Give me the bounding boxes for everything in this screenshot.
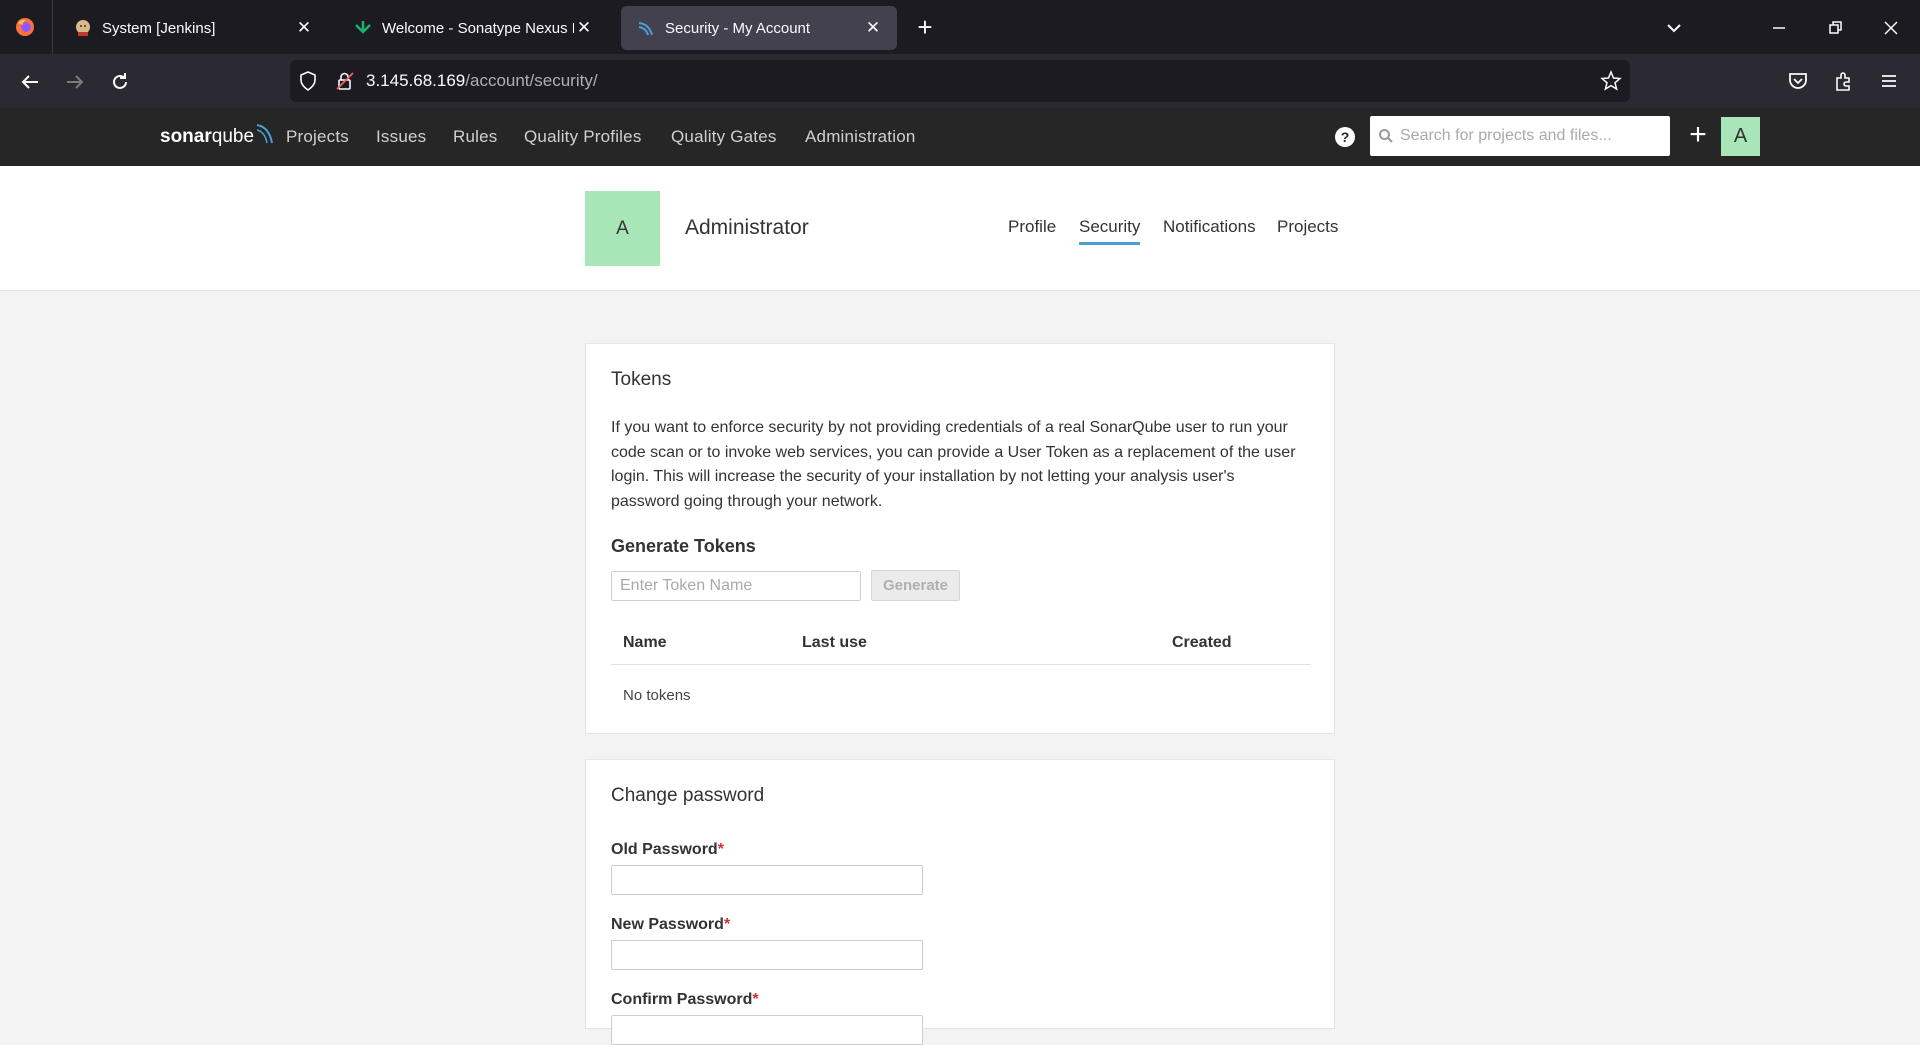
bookmark-star-icon[interactable] bbox=[1600, 70, 1622, 92]
nav-rules[interactable]: Rules bbox=[453, 127, 497, 147]
nav-quality-gates[interactable]: Quality Gates bbox=[671, 127, 777, 147]
close-icon[interactable]: ✕ bbox=[294, 18, 314, 38]
tab-title: System [Jenkins] bbox=[102, 19, 216, 37]
forward-icon[interactable] bbox=[59, 66, 91, 98]
nav-quality-profiles[interactable]: Quality Profiles bbox=[524, 127, 642, 147]
reload-icon[interactable] bbox=[104, 66, 136, 98]
change-password-title: Change password bbox=[611, 785, 765, 806]
label-text: Old Password bbox=[611, 841, 718, 858]
extensions-icon[interactable] bbox=[1833, 70, 1857, 94]
help-icon[interactable]: ? bbox=[1335, 127, 1355, 147]
tab-nexus[interactable]: Welcome - Sonatype Nexus Repository Mana… bbox=[338, 6, 608, 50]
url-bar[interactable]: 3.145.68.169/account/security/ bbox=[290, 60, 1630, 102]
minimize-icon[interactable] bbox=[1767, 16, 1791, 40]
global-search[interactable] bbox=[1370, 116, 1670, 156]
close-icon[interactable]: ✕ bbox=[574, 18, 594, 38]
url-host: 3.145.68.169 bbox=[366, 71, 466, 90]
tokens-title: Tokens bbox=[611, 369, 672, 390]
logo-text-bold: sonar bbox=[160, 126, 212, 147]
nav-issues[interactable]: Issues bbox=[376, 127, 426, 147]
tab-title: Welcome - Sonatype Nexus Repository Mana… bbox=[382, 19, 574, 37]
back-icon[interactable] bbox=[14, 66, 46, 98]
sonar-waves-icon bbox=[256, 124, 274, 144]
logo-text-light: qube bbox=[211, 126, 255, 147]
new-password-label: New Password* bbox=[611, 916, 730, 934]
generate-tokens-title: Generate Tokens bbox=[611, 536, 756, 556]
tab-notifications[interactable]: Notifications bbox=[1163, 217, 1256, 237]
required-mark: * bbox=[752, 991, 759, 1008]
generate-button[interactable]: Generate bbox=[871, 570, 960, 601]
no-tokens-message: No tokens bbox=[623, 687, 691, 704]
column-header-created: Created bbox=[1172, 634, 1232, 651]
tab-sonarqube-security[interactable]: Security - My Account ✕ bbox=[621, 6, 897, 50]
nexus-icon bbox=[354, 19, 372, 37]
new-password-input[interactable] bbox=[611, 940, 923, 970]
search-input[interactable] bbox=[1400, 127, 1650, 145]
user-avatar[interactable]: A bbox=[1721, 117, 1760, 156]
list-tabs-icon[interactable] bbox=[1662, 16, 1686, 40]
column-header-last-use: Last use bbox=[802, 634, 867, 651]
tab-security[interactable]: Security bbox=[1079, 217, 1141, 245]
column-header-name: Name bbox=[623, 634, 667, 651]
close-window-icon[interactable] bbox=[1879, 16, 1903, 40]
tab-projects[interactable]: Projects bbox=[1277, 217, 1338, 237]
tab-title: Security - My Account bbox=[665, 19, 811, 37]
insecure-lock-icon[interactable] bbox=[334, 70, 356, 92]
tokens-description: If you want to enforce security by not p… bbox=[611, 419, 1296, 510]
pocket-icon[interactable] bbox=[1787, 70, 1811, 94]
restore-icon[interactable] bbox=[1823, 16, 1847, 40]
account-avatar: A bbox=[585, 191, 660, 266]
tokens-card: Tokens If you want to enforce security b… bbox=[585, 343, 1335, 734]
jenkins-icon bbox=[74, 19, 92, 37]
required-mark: * bbox=[717, 841, 724, 858]
close-icon[interactable]: ✕ bbox=[863, 18, 883, 38]
table-divider bbox=[611, 664, 1311, 665]
create-plus-icon[interactable]: + bbox=[1683, 118, 1713, 151]
tab-profile[interactable]: Profile bbox=[1008, 217, 1056, 237]
browser-tab-bar: System [Jenkins] ✕ Welcome - Sonatype Ne… bbox=[0, 0, 1920, 54]
label-text: Confirm Password bbox=[611, 991, 753, 1008]
tracking-shield-icon[interactable] bbox=[297, 70, 319, 92]
url-path: /account/security/ bbox=[465, 71, 598, 90]
sonarqube-logo[interactable]: sonar qube bbox=[160, 122, 275, 152]
tab-jenkins[interactable]: System [Jenkins] ✕ bbox=[58, 6, 328, 50]
confirm-password-label: Confirm Password* bbox=[611, 991, 759, 1009]
nav-projects[interactable]: Projects bbox=[286, 127, 349, 147]
new-tab-icon[interactable]: + bbox=[912, 14, 938, 40]
firefox-menu-icon[interactable] bbox=[15, 17, 35, 37]
required-mark: * bbox=[723, 916, 731, 933]
old-password-input[interactable] bbox=[611, 865, 923, 895]
url-text[interactable]: 3.145.68.169/account/security/ bbox=[366, 71, 598, 91]
app-menu-icon[interactable] bbox=[1878, 70, 1902, 94]
old-password-label: Old Password* bbox=[611, 841, 724, 859]
search-icon bbox=[1378, 128, 1394, 144]
nav-administration[interactable]: Administration bbox=[805, 127, 916, 147]
sonarqube-icon bbox=[637, 19, 655, 37]
account-header bbox=[0, 166, 1920, 291]
token-name-input[interactable] bbox=[611, 571, 861, 601]
change-password-card: Change password Old Password* New Passwo… bbox=[585, 759, 1335, 1045]
label-text: New Password bbox=[611, 916, 724, 933]
account-name: Administrator bbox=[685, 216, 809, 239]
